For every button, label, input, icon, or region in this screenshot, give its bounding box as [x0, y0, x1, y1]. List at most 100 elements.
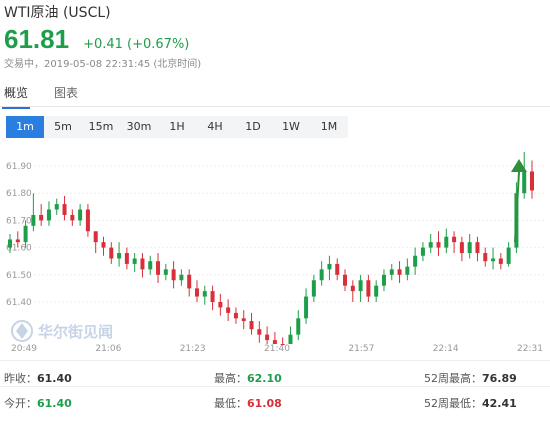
- x-tick-label: 22:31: [517, 344, 543, 354]
- candle-body: [311, 280, 316, 297]
- candle-body: [374, 285, 379, 297]
- candle-body: [444, 236, 449, 248]
- x-axis: 20:49 21:06 21:23 21:40 21:57 22:14 22:31: [11, 344, 543, 354]
- candle-body: [530, 171, 534, 191]
- candle-body: [366, 280, 371, 297]
- candle-body: [132, 258, 137, 264]
- candle-body: [452, 236, 457, 243]
- period-15m[interactable]: 15m: [82, 116, 120, 138]
- price-row: 61.81 +0.41 (+0.67%): [4, 24, 189, 54]
- stat-low: 最低：61.08: [214, 397, 282, 410]
- watermark-logo: 华尔街见闻: [11, 320, 113, 342]
- period-selector: 1m 5m 15m 30m 1H 4H 1D 1W 1M: [6, 116, 349, 138]
- candle-body: [85, 209, 90, 232]
- x-tick-label: 21:40: [264, 344, 290, 354]
- candle-body: [389, 269, 394, 275]
- price-chart[interactable]: 61.9061.8061.7061.6061.5061.40 20:49 21:0…: [0, 146, 550, 354]
- y-tick-label: 61.80: [6, 189, 32, 199]
- candle-body: [218, 302, 223, 308]
- candle-body: [23, 225, 28, 243]
- candle-body: [280, 344, 285, 345]
- candle-body: [405, 266, 410, 275]
- y-tick-label: 61.40: [6, 298, 32, 308]
- candle-body: [249, 321, 254, 330]
- candle-body: [124, 253, 129, 264]
- watermark-text: 华尔街见闻: [38, 323, 113, 341]
- period-5m[interactable]: 5m: [44, 116, 82, 138]
- period-1d[interactable]: 1D: [234, 116, 272, 138]
- candle-body: [335, 263, 340, 275]
- candle-body: [117, 253, 122, 259]
- candle-body: [428, 242, 433, 248]
- candle-body: [46, 209, 51, 221]
- divider: [0, 360, 550, 361]
- candle-body: [413, 255, 418, 267]
- candle-body: [39, 214, 44, 221]
- period-1h[interactable]: 1H: [158, 116, 196, 138]
- candle-body: [459, 242, 464, 254]
- candle-body: [483, 253, 488, 262]
- tab-overview[interactable]: 概览: [1, 84, 31, 109]
- x-tick-label: 21:06: [95, 344, 121, 354]
- candle-body: [70, 214, 75, 221]
- candle-body: [148, 261, 153, 270]
- candle-body: [304, 296, 309, 319]
- period-30m[interactable]: 30m: [120, 116, 158, 138]
- x-tick-label: 20:49: [11, 344, 37, 354]
- y-tick-label: 61.50: [6, 271, 32, 281]
- candle-body: [522, 171, 527, 194]
- candle-body: [436, 242, 441, 248]
- candle-body: [163, 269, 168, 275]
- stat-prev-close: 昨收：61.40: [4, 372, 72, 385]
- chart-grid: [34, 165, 544, 303]
- stat-52w-low: 52周最低：42.41: [424, 397, 517, 410]
- stat-high: 最高：62.10: [214, 372, 282, 385]
- candle-body: [288, 334, 293, 344]
- period-1m[interactable]: 1m: [6, 116, 44, 138]
- candle-body: [420, 247, 425, 256]
- candle-body: [15, 239, 20, 243]
- candle-body: [78, 209, 83, 221]
- candle-body: [296, 318, 301, 335]
- candle-body: [140, 258, 145, 270]
- view-tabs: 概览 图表: [0, 80, 550, 109]
- candle-body: [54, 204, 59, 210]
- candle-body: [241, 318, 246, 322]
- candle-body: [498, 258, 503, 264]
- candle-body: [194, 288, 199, 297]
- candle-body: [210, 291, 215, 302]
- divider: [0, 386, 550, 387]
- x-tick-label: 21:57: [348, 344, 374, 354]
- candle-body: [101, 242, 106, 248]
- candle-body: [475, 242, 480, 254]
- candle-body: [397, 269, 402, 275]
- candle-body: [381, 274, 386, 286]
- trading-status: 交易中，2019-05-08 22:31:45 (北京时间): [4, 59, 202, 70]
- candle-body: [272, 340, 277, 344]
- candle-body: [506, 247, 511, 264]
- candle-body: [31, 214, 36, 226]
- candles: [8, 152, 534, 345]
- candle-body: [467, 242, 472, 254]
- candle-body: [350, 285, 355, 292]
- price-change: +0.41 (+0.67%): [83, 37, 190, 52]
- candle-body: [109, 247, 114, 259]
- last-price: 61.81: [4, 24, 70, 54]
- x-tick-label: 22:14: [433, 344, 459, 354]
- candle-body: [156, 261, 161, 275]
- tab-chart[interactable]: 图表: [54, 84, 78, 101]
- period-1w[interactable]: 1W: [272, 116, 310, 138]
- candle-body: [319, 269, 324, 281]
- period-1mo[interactable]: 1M: [310, 116, 348, 138]
- candle-body: [8, 239, 12, 248]
- period-4h[interactable]: 4H: [196, 116, 234, 138]
- candle-body: [187, 274, 192, 289]
- candle-body: [171, 269, 176, 281]
- candle-body: [93, 231, 98, 243]
- instrument-title: WTI原油 (USCL): [4, 5, 111, 21]
- y-tick-label: 61.90: [6, 162, 32, 172]
- candle-body: [233, 312, 238, 319]
- candle-body: [491, 258, 496, 262]
- candle-body: [226, 307, 231, 313]
- candle-body: [257, 329, 262, 335]
